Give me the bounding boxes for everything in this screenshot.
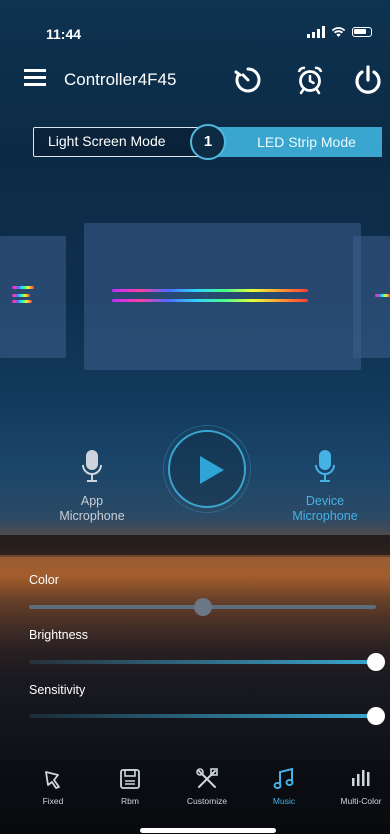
pin-icon <box>45 771 60 789</box>
led-strip-preview <box>112 289 308 292</box>
status-bar: 11:44 <box>46 24 372 46</box>
play-icon <box>200 456 224 484</box>
tab-rbm[interactable]: Rbm <box>95 766 165 806</box>
menu-icon[interactable] <box>24 69 46 87</box>
device-microphone-option[interactable]: Device Microphone <box>283 448 367 524</box>
shoreline <box>0 535 390 557</box>
brightness-slider[interactable] <box>29 660 376 664</box>
mode-badge: 1 <box>190 124 226 160</box>
power-icon[interactable] <box>352 64 384 96</box>
tab-multi-color[interactable]: Multi-Color <box>326 766 390 806</box>
sensitivity-label: Sensitivity <box>29 683 86 697</box>
color-label: Color <box>29 573 59 587</box>
brightness-label: Brightness <box>29 628 89 642</box>
app-microphone-option[interactable]: App Microphone <box>50 448 134 524</box>
timer-icon[interactable] <box>232 64 264 96</box>
light-screen-mode-button[interactable]: Light Screen Mode <box>33 127 211 157</box>
mode-switch: Light Screen Mode LED Strip Mode 1 <box>33 124 382 160</box>
save-icon <box>120 769 140 789</box>
bottom-tab-bar: Fixed Rbm Customize Music Multi-Color <box>0 760 390 834</box>
music-note-icon <box>273 767 294 789</box>
tools-icon <box>196 768 218 788</box>
tab-music[interactable]: Music <box>249 766 319 806</box>
app-header: Controller4F45 <box>24 62 381 98</box>
screen: 11:44 Controller4F45 Light Screen Mode L… <box>0 0 390 834</box>
home-indicator <box>140 828 276 833</box>
microphone-icon <box>82 450 102 482</box>
battery-icon <box>352 27 372 37</box>
tab-customize[interactable]: Customize <box>172 766 242 806</box>
effect-card-current[interactable] <box>84 223 361 370</box>
effect-card-next[interactable] <box>353 236 390 358</box>
sensitivity-slider-thumb[interactable] <box>367 707 385 725</box>
led-strip-mode-button[interactable]: LED Strip Mode <box>211 127 382 157</box>
cellular-signal-icon <box>307 26 325 38</box>
alarm-clock-icon[interactable] <box>294 64 326 96</box>
status-time: 11:44 <box>46 26 82 42</box>
device-title: Controller4F45 <box>64 70 177 89</box>
color-slider-thumb[interactable] <box>193 598 212 616</box>
equalizer-icon <box>352 770 370 786</box>
tab-fixed[interactable]: Fixed <box>18 766 88 806</box>
brightness-slider-thumb[interactable] <box>367 653 385 671</box>
sensitivity-slider[interactable] <box>29 714 376 718</box>
play-button[interactable] <box>163 425 251 513</box>
effect-card-previous[interactable] <box>0 236 66 358</box>
wifi-icon <box>331 27 346 37</box>
status-icons <box>307 26 372 38</box>
microphone-icon <box>315 450 335 482</box>
